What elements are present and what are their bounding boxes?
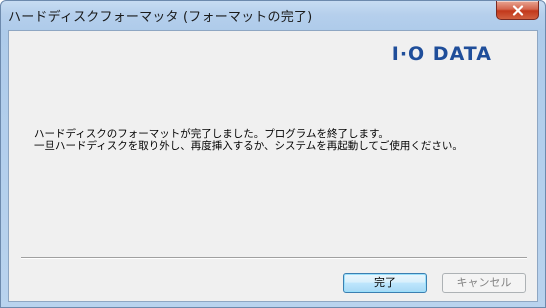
io-data-logo: I·O DATA bbox=[391, 43, 492, 65]
cancel-button[interactable]: キャンセル bbox=[442, 273, 526, 293]
finish-button[interactable]: 完了 bbox=[343, 273, 427, 293]
message-line-2: 一旦ハードディスクを取り外し、再度挿入するか、システムを再起動してご使用ください… bbox=[34, 140, 463, 152]
close-button[interactable] bbox=[496, 1, 539, 20]
dialog-window: ハードディスクフォーマッタ (フォーマットの完了) I·O DATA ハードディ… bbox=[0, 0, 546, 308]
window-title: ハードディスクフォーマッタ (フォーマットの完了) bbox=[8, 10, 313, 25]
close-icon bbox=[512, 5, 524, 16]
dialog-content: I·O DATA ハードディスクのフォーマットが完了しました。プログラムを終了し… bbox=[8, 30, 538, 302]
title-bar[interactable]: ハードディスクフォーマッタ (フォーマットの完了) bbox=[1, 1, 545, 30]
separator bbox=[21, 257, 527, 259]
